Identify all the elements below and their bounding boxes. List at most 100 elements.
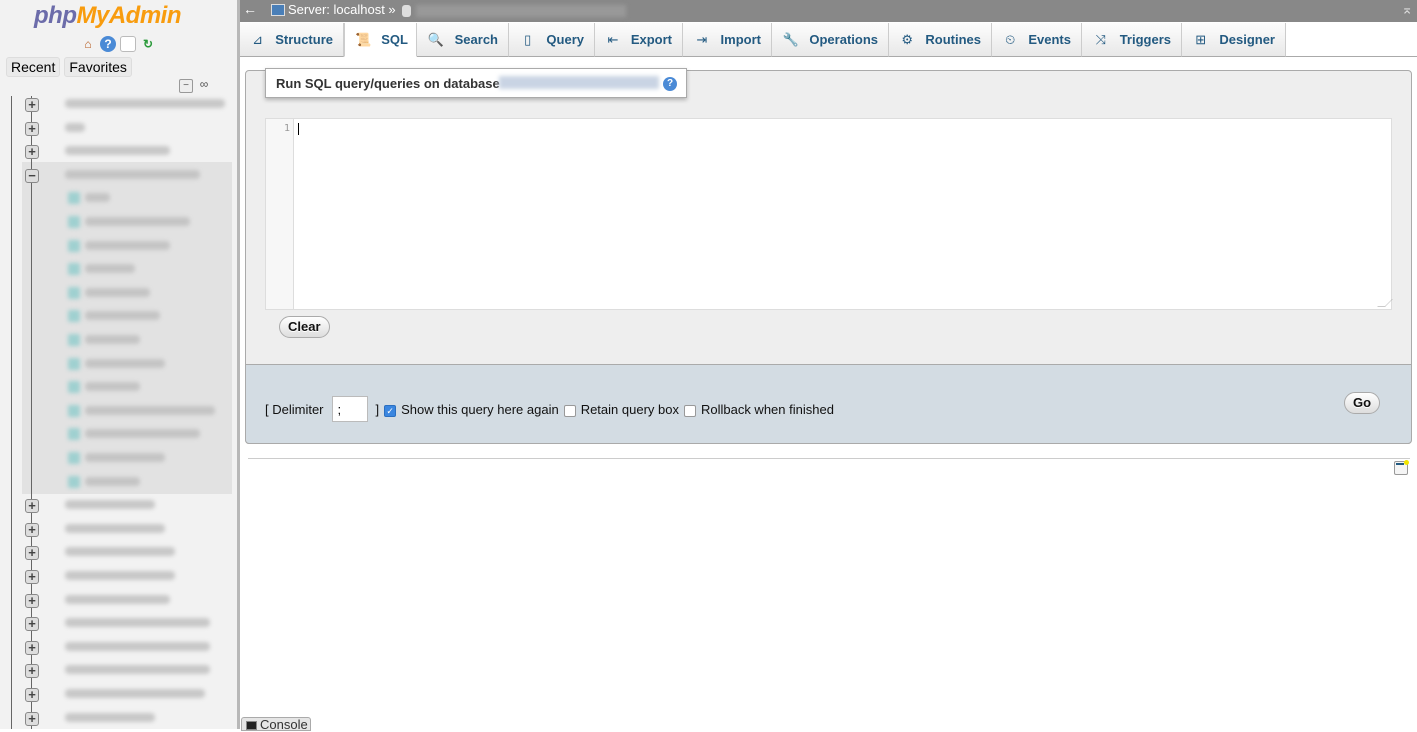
bookmark-notes-icon[interactable] [1394,460,1409,475]
expand-node-icon[interactable]: + [25,121,39,136]
table-name-redacted[interactable] [85,193,110,203]
database-name-redacted[interactable] [65,169,200,179]
database-name-redacted[interactable] [65,689,205,698]
tab-sql[interactable]: 📜 SQL [344,23,417,57]
delimiter-input[interactable] [331,396,368,422]
expand-node-icon[interactable]: + [25,98,39,112]
table-name-redacted[interactable] [85,287,150,297]
expand-node-icon[interactable]: + [25,522,39,537]
table-tree-item[interactable] [0,329,237,352]
database-tree-item[interactable]: + [0,707,237,729]
database-tree-item[interactable]: + [0,636,237,659]
table-name-redacted[interactable] [85,405,215,415]
table-tree-item[interactable] [0,258,237,281]
back-arrow-icon[interactable]: ← [243,1,257,17]
expand-node-icon[interactable]: + [25,570,39,584]
sidebar-resize-handle[interactable] [237,0,240,729]
database-name-redacted[interactable] [65,99,225,108]
table-tree-item[interactable] [0,447,237,470]
database-name-redacted[interactable] [65,712,155,722]
expand-node-icon[interactable]: + [25,145,39,160]
table-tree-item[interactable] [0,376,237,399]
table-tree-item[interactable] [0,353,237,376]
database-tree-item[interactable]: + [0,683,237,706]
database-tree-item[interactable]: − [0,164,237,187]
expand-node-icon[interactable]: + [25,546,39,561]
expand-node-icon[interactable]: + [25,499,39,514]
table-tree-item[interactable] [0,282,237,305]
tab-export[interactable]: ⇤ Export [595,23,683,57]
breadcrumb-database-redacted[interactable] [416,5,626,17]
database-name-redacted[interactable] [65,571,175,580]
database-name-redacted[interactable] [65,618,210,628]
expand-node-icon[interactable]: + [25,617,39,632]
table-tree-item[interactable] [0,187,237,210]
table-name-redacted[interactable] [85,382,140,392]
table-tree-item[interactable] [0,235,237,258]
tab-import[interactable]: ⇥ Import [683,23,772,57]
database-name-redacted[interactable] [65,500,155,510]
go-button[interactable]: Go [1344,392,1381,414]
table-name-redacted[interactable] [85,217,190,226]
table-tree-item[interactable] [0,423,237,446]
tab-search[interactable]: 🔍 Search [417,23,509,57]
database-tree-item[interactable]: + [0,494,237,517]
database-tree-item[interactable]: + [0,117,237,140]
database-name-redacted[interactable] [65,665,210,675]
table-name-redacted[interactable] [85,476,140,486]
expand-node-icon[interactable]: + [25,593,39,608]
clear-button[interactable]: Clear [279,316,330,338]
table-name-redacted[interactable] [85,335,140,344]
database-tree-item[interactable]: + [0,565,237,588]
retain-query-box-label[interactable]: Retain query box [581,402,679,417]
rollback-when-finished-checkbox[interactable] [683,405,696,417]
recent-button[interactable]: Recent [6,57,61,77]
database-tree-item[interactable]: + [0,140,237,163]
reload-icon[interactable]: ↻ [140,36,156,52]
database-name-redacted[interactable] [65,122,85,132]
expand-node-icon[interactable]: + [25,664,39,679]
database-tree-item[interactable]: + [0,659,237,682]
table-tree-item[interactable] [0,400,237,423]
expand-node-icon[interactable]: + [25,711,39,726]
show-query-again-label[interactable]: Show this query here again [401,402,559,417]
favorites-button[interactable]: Favorites [64,57,132,77]
table-name-redacted[interactable] [85,453,165,462]
database-name-redacted[interactable] [65,641,210,651]
tab-designer[interactable]: ⊞ Designer [1182,23,1286,57]
help-icon[interactable]: ? [100,36,116,52]
tab-query[interactable]: ▯ Query [509,23,595,57]
tab-events[interactable]: ⏲ Events [992,23,1082,57]
expand-node-icon[interactable]: + [25,688,39,702]
table-tree-item[interactable] [0,471,237,494]
table-tree-item[interactable] [0,305,237,328]
retain-query-box-checkbox[interactable] [563,405,576,417]
collapse-all-icon[interactable]: − [179,79,193,93]
table-name-redacted[interactable] [85,311,160,321]
table-name-redacted[interactable] [85,264,135,274]
table-name-redacted[interactable] [85,240,170,250]
home-icon[interactable]: ⌂ [80,36,96,52]
collapse-node-icon[interactable]: − [25,168,39,183]
phpmyadmin-logo[interactable]: phpMyAdmin [34,2,181,30]
database-name-redacted[interactable] [65,146,170,156]
table-name-redacted[interactable] [85,358,165,368]
tab-triggers[interactable]: ⤨ Triggers [1082,23,1182,57]
rollback-when-finished-label[interactable]: Rollback when finished [701,402,834,417]
database-name-redacted[interactable] [65,547,175,557]
show-query-again-checkbox[interactable]: ✓ [384,405,397,417]
database-tree-item[interactable]: + [0,518,237,541]
link-with-main-icon[interactable]: ∞ [197,78,211,93]
sql-query-editor[interactable]: 1 [265,118,1393,310]
table-name-redacted[interactable] [85,429,200,439]
database-name-redacted[interactable] [65,594,170,604]
breadcrumb-server[interactable]: Server: localhost » [288,2,396,17]
tab-routines[interactable]: ⚙ Routines [889,23,992,57]
database-tree-item[interactable]: + [0,612,237,635]
tab-structure[interactable]: ⊿ Structure [240,23,344,57]
database-name-redacted[interactable] [65,523,165,533]
expand-node-icon[interactable]: + [25,640,39,655]
database-tree-item[interactable]: + [0,93,237,116]
table-tree-item[interactable] [0,211,237,234]
help-icon[interactable]: ? [663,77,677,91]
